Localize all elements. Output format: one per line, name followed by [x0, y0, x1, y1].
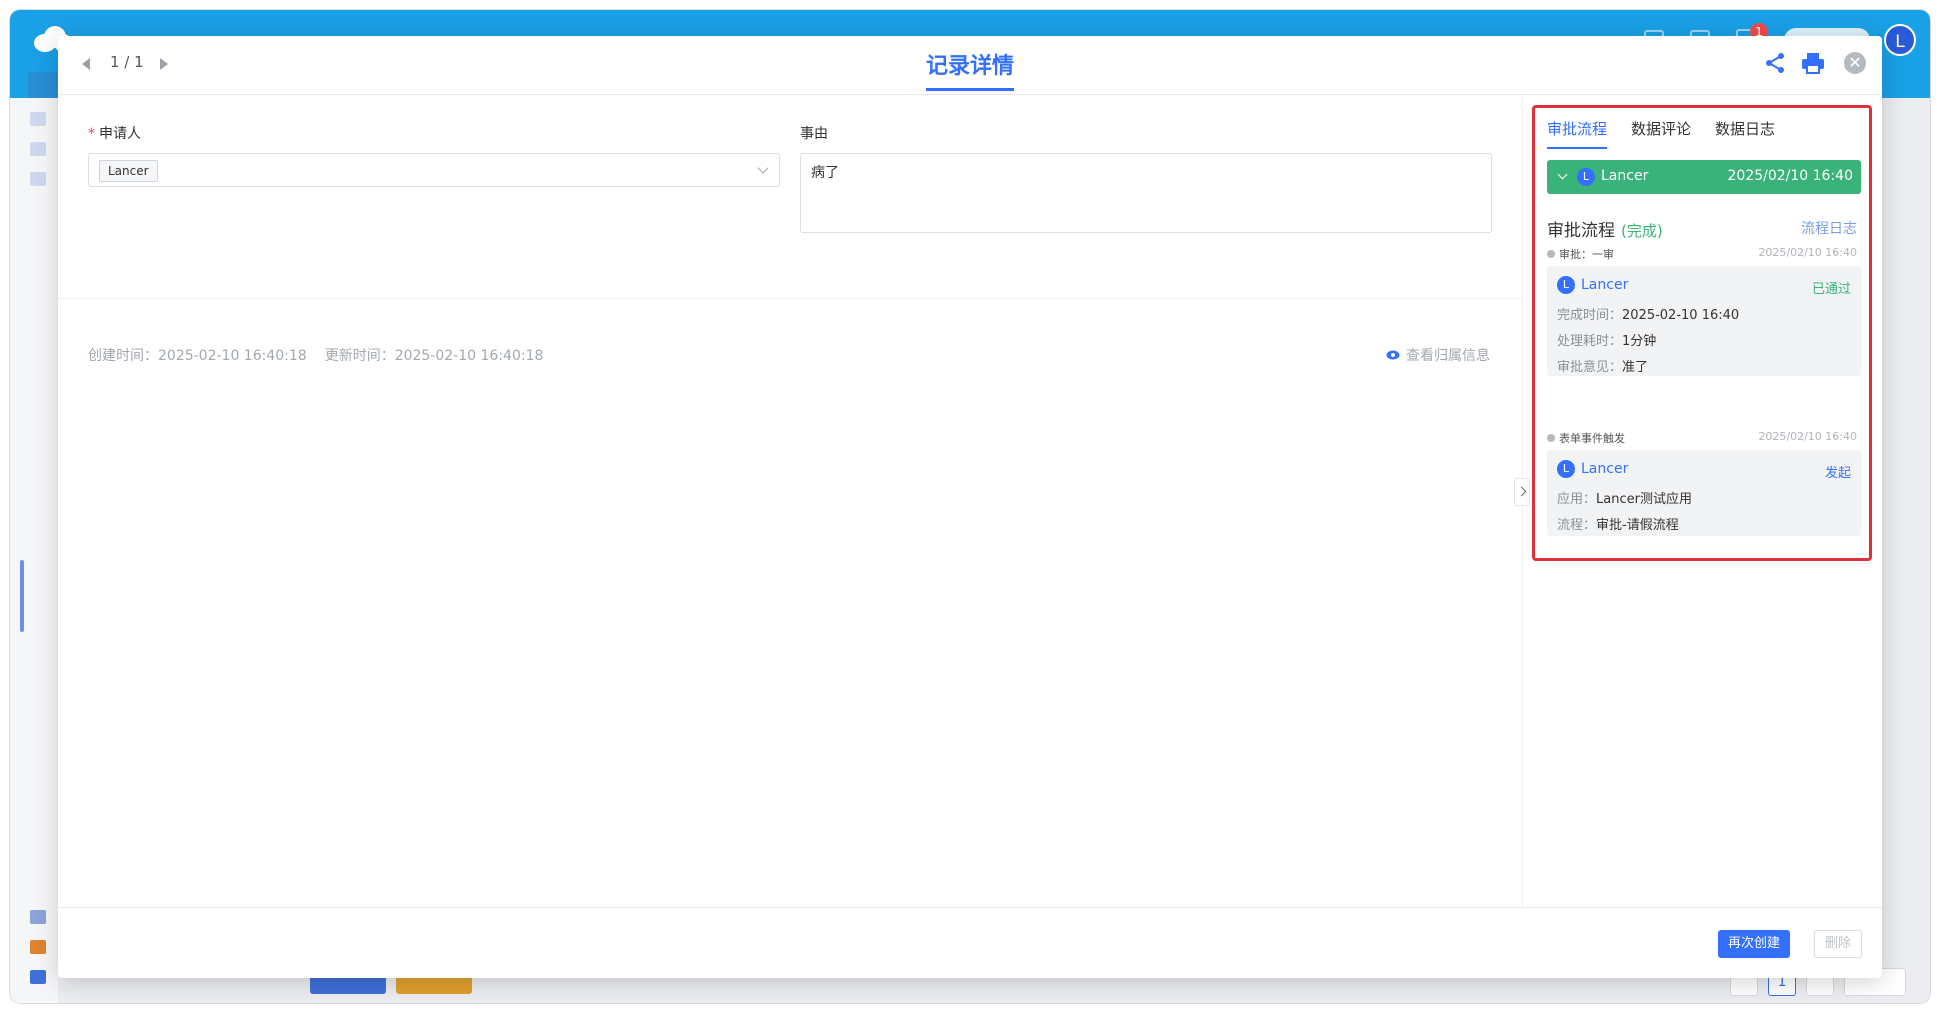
next-record-icon[interactable]	[160, 58, 168, 70]
step-user-name: Lancer	[1581, 461, 1629, 477]
avatar: L	[1557, 276, 1575, 294]
step-time: 2025/02/10 16:40	[1758, 246, 1857, 259]
status-badge: 已通过	[1811, 282, 1851, 297]
row-value: Lancer测试应用	[1596, 492, 1692, 507]
reason-label: 事由	[800, 126, 828, 142]
section-divider	[58, 298, 1522, 299]
row-value: 准了	[1622, 360, 1649, 375]
sidebar-icon[interactable]	[30, 142, 46, 156]
panel-tabs: 审批流程 数据评论 数据日志	[1547, 118, 1775, 149]
view-owner-link[interactable]: 查看归属信息	[1386, 345, 1490, 365]
step-card: L Lancer 发起 应用：Lancer测试应用 流程：审批-请假流程	[1547, 450, 1861, 536]
step-user-name: Lancer	[1581, 277, 1629, 293]
sidebar-icon[interactable]	[30, 112, 46, 126]
flow-title-text: 审批流程	[1547, 221, 1615, 241]
chevron-down-icon	[757, 162, 769, 174]
form-icon[interactable]	[30, 910, 46, 924]
card-row: 应用：Lancer测试应用	[1557, 488, 1692, 507]
row-key: 处理耗时：	[1557, 334, 1623, 349]
record-detail-modal: 1 / 1 记录详情 ✕ * 申请人 Lancer 事由 病了 创建时间：202…	[58, 36, 1882, 978]
card-row: 完成时间：2025-02-10 16:40	[1557, 304, 1739, 323]
tab-data-log[interactable]: 数据日志	[1715, 118, 1775, 149]
table-icon[interactable]	[30, 940, 46, 954]
updated-time: 更新时间：2025-02-10 16:40:18	[324, 348, 544, 364]
step-dot-icon	[1547, 434, 1555, 442]
row-key: 应用：	[1557, 492, 1597, 507]
print-icon[interactable]	[1801, 52, 1825, 74]
card-row: 流程：审批-请假流程	[1557, 514, 1679, 533]
step-user[interactable]: L Lancer	[1557, 276, 1628, 294]
banner-time: 2025/02/10 16:40	[1727, 168, 1854, 184]
row-key: 流程：	[1557, 518, 1597, 533]
required-star-icon: *	[88, 126, 95, 142]
app-sidebar	[10, 98, 58, 1003]
banner-user: Lancer	[1601, 168, 1649, 184]
row-value: 审批-请假流程	[1596, 518, 1679, 533]
step-card: L Lancer 已通过 完成时间：2025-02-10 16:40 处理耗时：…	[1547, 266, 1861, 376]
flow-title: 审批流程 (完成)	[1547, 216, 1663, 241]
close-icon[interactable]: ✕	[1844, 52, 1866, 74]
tab-approval-flow[interactable]: 审批流程	[1547, 118, 1608, 149]
step-header: 表单事件触发	[1547, 430, 1625, 446]
modal-header: 1 / 1 记录详情 ✕	[58, 36, 1882, 95]
collapse-panel-handle[interactable]	[1514, 478, 1530, 506]
row-key: 完成时间：	[1557, 308, 1623, 323]
flow-banner[interactable]: L Lancer 2025/02/10 16:40	[1547, 160, 1861, 194]
sidebar-icon[interactable]	[30, 172, 46, 186]
chevron-down-icon	[1557, 169, 1568, 180]
step-name: 表单事件触发	[1559, 432, 1625, 445]
tab-data-comments[interactable]: 数据评论	[1631, 118, 1691, 149]
applicant-select[interactable]: Lancer	[88, 153, 780, 187]
folder-icon[interactable]	[30, 970, 46, 984]
row-value: 2025-02-10 16:40	[1622, 308, 1740, 323]
view-owner-label: 查看归属信息	[1406, 348, 1490, 364]
recreate-button[interactable]: 再次创建	[1718, 930, 1791, 958]
card-row: 审批意见：准了	[1557, 356, 1648, 375]
status-badge: 发起	[1824, 466, 1851, 481]
row-key: 审批意见：	[1557, 360, 1623, 375]
applicant-tag: Lancer	[99, 160, 158, 182]
flow-log-link[interactable]: 流程日志	[1801, 218, 1857, 238]
modal-footer: 再次创建 删除	[58, 907, 1882, 978]
record-form-pane: * 申请人 Lancer 事由 病了 创建时间：2025-02-10 16:40:…	[58, 95, 1522, 907]
row-value: 1分钟	[1622, 334, 1657, 349]
sidebar-scroll-indicator	[20, 560, 24, 632]
step-dot-icon	[1547, 250, 1555, 258]
eye-icon	[1386, 350, 1400, 360]
record-pager: 1 / 1	[110, 53, 144, 71]
created-time: 创建时间：2025-02-10 16:40:18	[88, 348, 307, 364]
avatar: L	[1557, 460, 1575, 478]
reason-field[interactable]: 病了	[800, 153, 1492, 233]
user-avatar[interactable]: L	[1884, 24, 1916, 56]
applicant-label: * 申请人	[88, 126, 141, 142]
share-icon[interactable]	[1764, 52, 1786, 74]
step-user[interactable]: L Lancer	[1557, 460, 1628, 478]
record-meta: 创建时间：2025-02-10 16:40:18 更新时间：2025-02-10 …	[88, 345, 561, 365]
card-row: 处理耗时：1分钟	[1557, 330, 1656, 349]
avatar: L	[1577, 168, 1595, 186]
approval-panel: 审批流程 数据评论 数据日志 L Lancer 2025/02/10 16:40…	[1532, 105, 1872, 561]
step-name: 审批：一审	[1559, 248, 1614, 261]
prev-record-icon[interactable]	[82, 58, 90, 70]
step-time: 2025/02/10 16:40	[1758, 430, 1857, 443]
delete-button[interactable]: 删除	[1814, 930, 1863, 958]
step-header: 审批：一审	[1547, 246, 1614, 262]
flow-status: (完成)	[1621, 222, 1663, 240]
modal-title: 记录详情	[926, 48, 1015, 91]
